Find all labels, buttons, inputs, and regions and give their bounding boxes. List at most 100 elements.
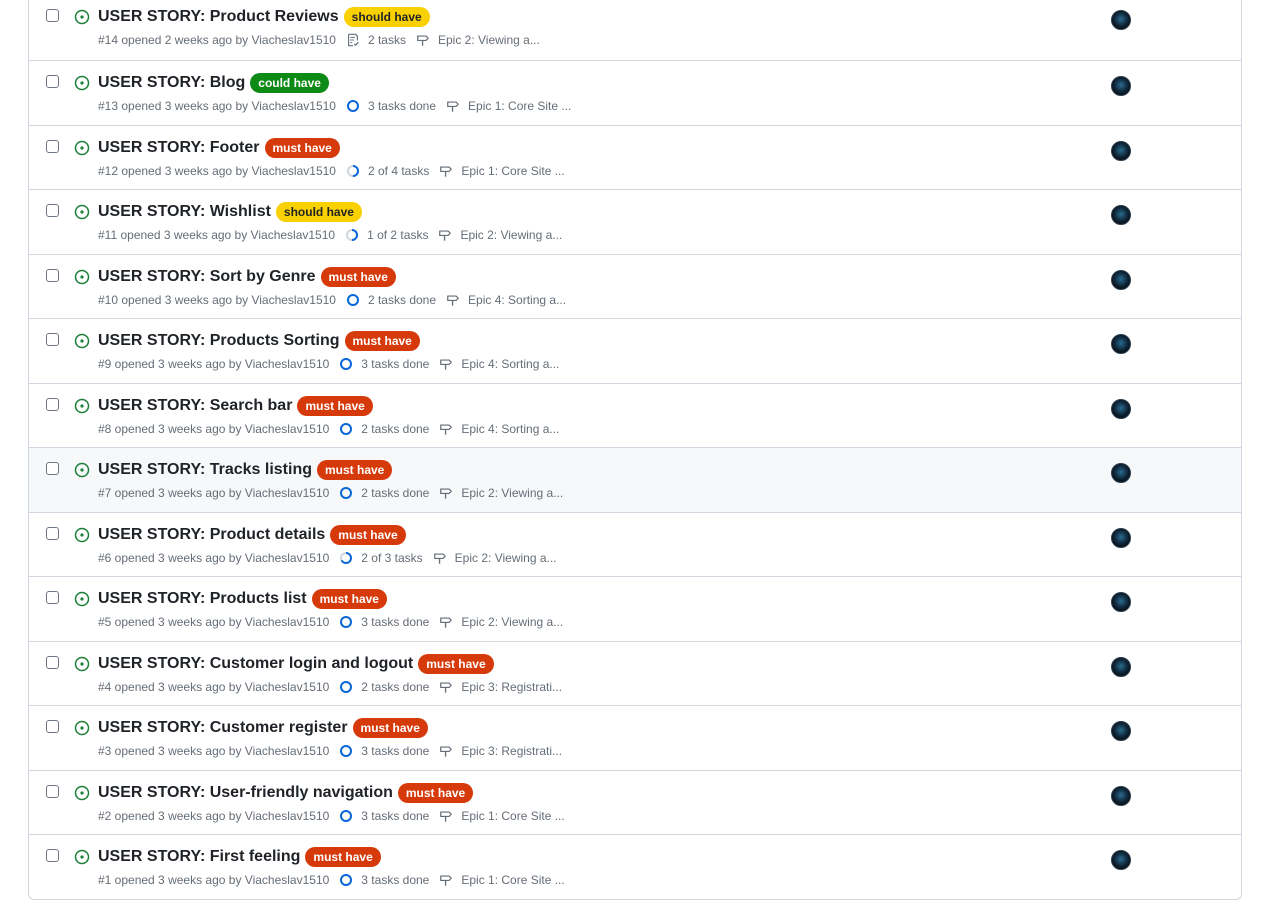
issue-title-link[interactable]: USER STORY: Blog <box>98 74 245 92</box>
issue-title-link[interactable]: USER STORY: Footer <box>98 139 260 157</box>
assignee-avatar[interactable] <box>1111 850 1131 870</box>
select-checkbox[interactable] <box>46 720 59 733</box>
issue-label[interactable]: should have <box>275 202 362 222</box>
issue-title-link[interactable]: USER STORY: Sort by Genre <box>98 268 316 286</box>
issue-row[interactable]: USER STORY: Customer register must have #3… <box>29 705 1241 770</box>
milestone-link[interactable]: Epic 1: Core Site ... <box>439 809 565 823</box>
assignee-avatar[interactable] <box>1111 205 1131 225</box>
issue-label[interactable]: should have <box>343 7 430 27</box>
milestone-text[interactable]: Epic 2: Viewing a... <box>461 486 563 500</box>
select-checkbox[interactable] <box>46 268 59 282</box>
issue-label[interactable]: must have <box>330 524 406 545</box>
issue-row[interactable]: USER STORY: Footer must have #12 opened 3 … <box>29 124 1241 190</box>
select-checkbox[interactable] <box>46 9 59 22</box>
assignee-avatar[interactable] <box>1111 656 1131 677</box>
milestone-link[interactable]: Epic 1: Core Site ... <box>439 873 565 887</box>
issue-title-link[interactable]: USER STORY: Product Reviews <box>98 8 339 26</box>
issue-row[interactable]: USER STORY: Search bar must have #8 opened… <box>29 382 1241 448</box>
milestone-text[interactable]: Epic 4: Sorting a... <box>461 357 559 371</box>
issue-title-link[interactable]: USER STORY: Product details <box>98 526 325 544</box>
issue-row[interactable]: USER STORY: Customer login and logout mus… <box>29 640 1241 706</box>
issue-title-link[interactable]: USER STORY: Customer login and logout <box>98 655 413 673</box>
assignee-avatar[interactable] <box>1111 463 1131 483</box>
milestone-text[interactable]: Epic 3: Registrati... <box>461 744 562 758</box>
select-checkbox[interactable] <box>46 784 59 798</box>
issue-label[interactable]: must have <box>397 782 474 803</box>
assignee-avatar[interactable] <box>1111 334 1131 354</box>
issue-row[interactable]: USER STORY: Products Sorting must have #9 … <box>29 318 1241 383</box>
issue-row[interactable]: USER STORY: Blog could have #13 opened 3 w… <box>29 60 1241 125</box>
issue-title-link[interactable]: USER STORY: Wishlist <box>98 203 271 221</box>
issue-title-link[interactable]: USER STORY: First feeling <box>98 848 300 866</box>
select-checkbox[interactable] <box>46 591 59 604</box>
issue-row[interactable]: USER STORY: Sort by Genre must have #10 op… <box>29 253 1241 319</box>
milestone-link[interactable]: Epic 3: Registrati... <box>439 744 562 758</box>
milestone-link[interactable]: Epic 2: Viewing a... <box>433 551 557 565</box>
milestone-link[interactable]: Epic 1: Core Site ... <box>446 99 571 113</box>
milestone-text[interactable]: Epic 2: Viewing a... <box>461 615 563 629</box>
task-progress-text: 1 of 2 tasks <box>367 228 429 242</box>
issue-label[interactable]: must have <box>320 266 396 287</box>
issue-row[interactable]: USER STORY: Product Reviews should have #1… <box>29 0 1241 60</box>
assignee-avatar[interactable] <box>1111 398 1131 419</box>
issue-title-link[interactable]: USER STORY: Products Sorting <box>98 332 340 350</box>
select-checkbox[interactable] <box>46 204 59 217</box>
assignee-avatar[interactable] <box>1111 10 1131 30</box>
issue-title-link[interactable]: USER STORY: Tracks listing <box>98 461 312 479</box>
milestone-link[interactable]: Epic 2: Viewing a... <box>438 228 562 242</box>
issue-row[interactable]: USER STORY: First feeling must have #1 ope… <box>29 834 1241 899</box>
select-checkbox[interactable] <box>46 849 59 862</box>
select-checkbox[interactable] <box>46 462 59 475</box>
assignee-avatar[interactable] <box>1111 721 1131 741</box>
issue-label[interactable]: must have <box>305 847 381 867</box>
issue-label[interactable]: must have <box>297 395 373 416</box>
assignee-avatar[interactable] <box>1111 76 1131 96</box>
issue-title-line: USER STORY: Products list must have <box>98 589 387 609</box>
select-checkbox[interactable] <box>46 333 59 346</box>
milestone-link[interactable]: Epic 4: Sorting a... <box>439 422 559 436</box>
issue-row[interactable]: USER STORY: User-friendly navigation must… <box>29 769 1241 835</box>
assignee-avatar[interactable] <box>1111 785 1131 806</box>
issue-label[interactable]: must have <box>344 331 420 351</box>
assignee-avatar[interactable] <box>1111 527 1131 548</box>
milestone-text[interactable]: Epic 1: Core Site ... <box>461 873 564 887</box>
issue-row[interactable]: USER STORY: Wishlist should have #11 opene… <box>29 189 1241 254</box>
issue-title-link[interactable]: USER STORY: Customer register <box>98 719 348 737</box>
select-checkbox[interactable] <box>46 139 59 153</box>
issue-row[interactable]: USER STORY: Tracks listing must have #7 op… <box>29 447 1241 512</box>
milestone-text[interactable]: Epic 2: Viewing a... <box>455 551 557 565</box>
select-checkbox[interactable] <box>46 655 59 669</box>
issue-label[interactable]: must have <box>352 718 428 738</box>
milestone-link[interactable]: Epic 4: Sorting a... <box>446 293 566 307</box>
issue-title-link[interactable]: USER STORY: Products list <box>98 590 307 608</box>
issue-label[interactable]: must have <box>418 653 494 674</box>
milestone-text[interactable]: Epic 2: Viewing a... <box>438 33 540 47</box>
select-checkbox[interactable] <box>46 397 59 411</box>
issue-label[interactable]: must have <box>264 137 340 158</box>
milestone-text[interactable]: Epic 2: Viewing a... <box>460 228 562 242</box>
milestone-link[interactable]: Epic 2: Viewing a... <box>439 486 563 500</box>
assignee-avatar[interactable] <box>1111 592 1131 612</box>
issue-row[interactable]: USER STORY: Products list must have #5 ope… <box>29 576 1241 641</box>
milestone-text[interactable]: Epic 4: Sorting a... <box>461 422 559 436</box>
issue-label[interactable]: must have <box>316 460 393 480</box>
issue-row[interactable]: USER STORY: Product details must have #6 o… <box>29 511 1241 577</box>
milestone-text[interactable]: Epic 3: Registrati... <box>461 680 562 694</box>
milestone-text[interactable]: Epic 1: Core Site ... <box>468 99 571 113</box>
milestone-link[interactable]: Epic 1: Core Site ... <box>439 164 565 178</box>
issue-title-link[interactable]: USER STORY: User-friendly navigation <box>98 784 393 802</box>
select-checkbox[interactable] <box>46 526 59 540</box>
milestone-text[interactable]: Epic 4: Sorting a... <box>468 293 566 307</box>
select-checkbox[interactable] <box>46 75 59 88</box>
milestone-text[interactable]: Epic 1: Core Site ... <box>461 809 564 823</box>
issue-label[interactable]: could have <box>250 73 329 93</box>
assignee-avatar[interactable] <box>1111 269 1131 290</box>
issue-title-link[interactable]: USER STORY: Search bar <box>98 397 292 415</box>
assignee-avatar[interactable] <box>1111 140 1131 161</box>
milestone-text[interactable]: Epic 1: Core Site ... <box>461 164 564 178</box>
milestone-link[interactable]: Epic 2: Viewing a... <box>439 615 563 629</box>
milestone-link[interactable]: Epic 3: Registrati... <box>439 680 562 694</box>
milestone-link[interactable]: Epic 4: Sorting a... <box>439 357 559 371</box>
milestone-link[interactable]: Epic 2: Viewing a... <box>416 33 540 47</box>
issue-label[interactable]: must have <box>311 589 387 609</box>
